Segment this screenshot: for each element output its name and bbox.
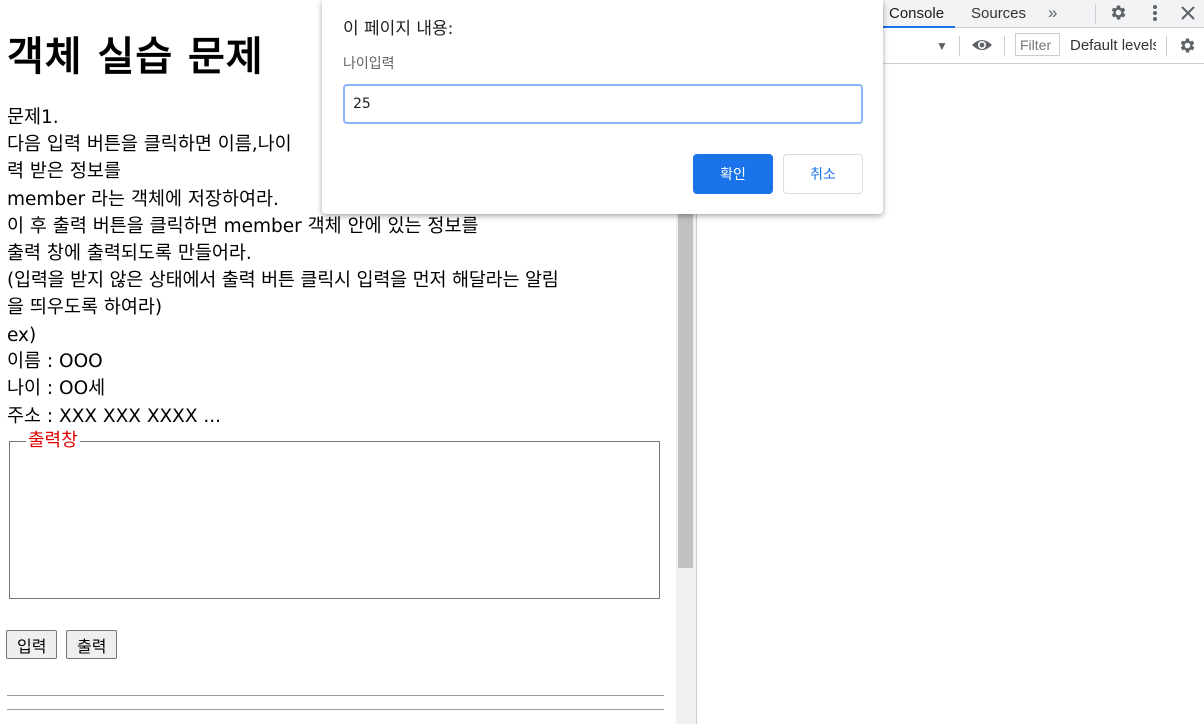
filter-input[interactable]: Filter [1015, 33, 1060, 56]
default-levels-dropdown[interactable]: Default levels [1070, 37, 1156, 54]
gear-icon[interactable] [1178, 36, 1197, 58]
problem-line: 을 띄우도록 하여라) [7, 297, 163, 318]
double-chevron-right-icon[interactable]: » [1048, 4, 1057, 22]
page-title: 객체 실습 문제 [7, 34, 264, 80]
example-line: 주소 : XXX XXX XXXX ... [7, 406, 222, 427]
eye-icon[interactable] [971, 36, 993, 57]
example-line: 이름 : OOO [7, 351, 103, 372]
kebab-menu-icon[interactable] [1147, 3, 1163, 26]
input-button[interactable]: 입력 [6, 630, 58, 659]
output-window: 출력창 [9, 431, 660, 599]
dialog-message: 나이입력 [343, 56, 395, 72]
problem-line: member 라는 객체에 저장하여라. [7, 189, 279, 210]
separator [1004, 36, 1005, 56]
problem-line: (입력을 받지 않은 상태에서 출력 버튼 클릭시 입력을 먼저 해달라는 알림 [7, 270, 559, 291]
problem-line: 출력 창에 출력되도록 만들어라. [7, 243, 252, 264]
close-icon[interactable] [1180, 3, 1196, 26]
example-line: 나이 : OO세 [7, 378, 106, 399]
example-line: ex) [7, 325, 37, 346]
dialog-input[interactable] [343, 84, 863, 124]
separator [959, 36, 960, 56]
divider [7, 695, 664, 696]
output-button[interactable]: 출력 [66, 630, 118, 659]
tab-sources[interactable]: Sources [971, 5, 1026, 22]
dialog-title: 이 페이지 내용: [343, 19, 454, 39]
dropdown-arrow-icon[interactable]: ▼ [936, 37, 948, 55]
gear-icon[interactable] [1109, 3, 1128, 25]
ok-button[interactable]: 확인 [693, 154, 773, 194]
problem-line: 다음 입력 버튼을 클릭하면 이름,나이 [7, 134, 292, 155]
problem-line: 력 받은 정보를 [7, 161, 121, 182]
separator [1095, 4, 1096, 24]
cancel-button[interactable]: 취소 [783, 154, 863, 194]
divider [7, 709, 664, 710]
output-legend: 출력창 [28, 430, 78, 451]
prompt-dialog: 이 페이지 내용: 나이입력 확인 취소 [322, 0, 883, 214]
separator [1166, 36, 1167, 56]
problem-line: 이 후 출력 버튼을 클릭하면 member 객체 안에 있는 정보를 [7, 216, 479, 237]
tab-console[interactable]: Console [889, 5, 944, 22]
problem-line: 문제1. [7, 107, 59, 128]
